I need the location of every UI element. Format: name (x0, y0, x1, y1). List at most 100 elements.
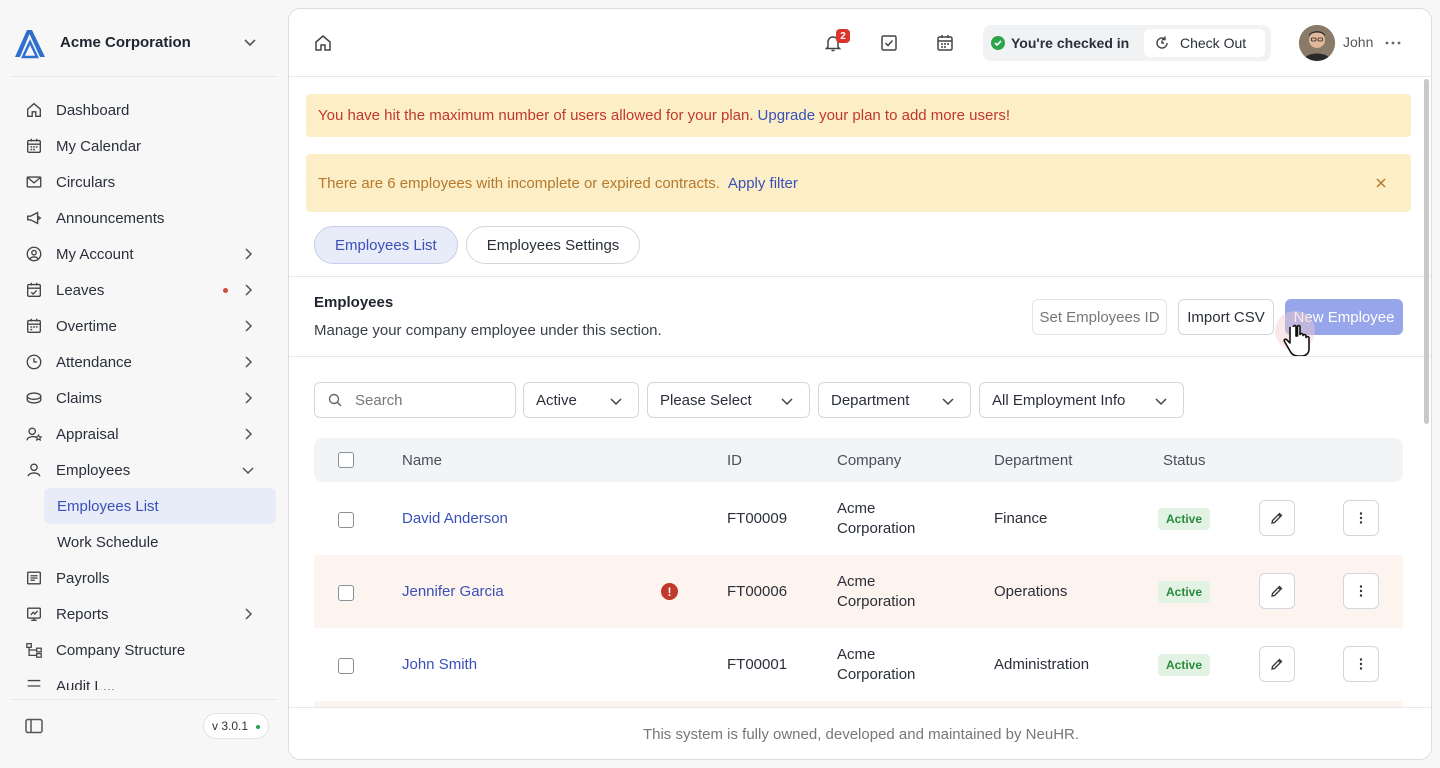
check-out-button[interactable]: Check Out (1144, 29, 1265, 57)
select-value: Active (536, 391, 577, 409)
sidebar-item-circulars[interactable]: Circulars (12, 164, 276, 200)
tab-bar: Employees List Employees Settings (314, 226, 648, 264)
row-actions-button[interactable] (1343, 573, 1379, 609)
clock-icon (24, 352, 44, 372)
sidebar-toggle-icon[interactable] (24, 716, 44, 736)
employee-name-link[interactable]: Jennifer Garcia (402, 583, 504, 600)
row-checkbox[interactable] (338, 585, 354, 601)
user-name[interactable]: John (1343, 34, 1373, 50)
mail-icon (24, 172, 44, 192)
sidebar-item-label: Audit L... (56, 677, 116, 691)
scrollbar[interactable] (1424, 79, 1429, 424)
table-row[interactable]: Jennifer Garcia ! FT00006 Acme Corporati… (314, 555, 1403, 628)
notification-dot (223, 288, 228, 293)
more-icon[interactable] (1383, 33, 1403, 53)
column-header-department[interactable]: Department (994, 452, 1072, 469)
employee-name-link[interactable]: John Smith (402, 656, 477, 673)
sidebar-item-overtime[interactable]: Overtime (12, 308, 276, 344)
search-input[interactable]: Search (314, 382, 516, 418)
department-select[interactable]: Department (818, 382, 971, 418)
kebab-menu-icon (1359, 658, 1363, 670)
apply-filter-link[interactable]: Apply filter (728, 175, 798, 192)
user-star-icon (24, 424, 44, 444)
sidebar-item-leaves[interactable]: Leaves (12, 272, 276, 308)
check-in-status: You're checked in (991, 25, 1129, 61)
sidebar-item-label: Payrolls (56, 569, 110, 587)
row-actions-button[interactable] (1343, 646, 1379, 682)
table-row[interactable]: David Anderson FT00009 Acme Corporation … (314, 482, 1403, 555)
calendar-icon[interactable] (935, 33, 955, 53)
section-title: Employees (314, 294, 394, 311)
row-checkbox[interactable] (338, 512, 354, 528)
sidebar-item-claims[interactable]: Claims (12, 380, 276, 416)
sidebar-item-my-calendar[interactable]: My Calendar (12, 128, 276, 164)
column-header-status[interactable]: Status (1163, 452, 1206, 469)
pencil-icon (1271, 658, 1283, 670)
footer: This system is fully owned, developed an… (289, 707, 1431, 759)
sidebar-item-label: Circulars (56, 173, 116, 191)
tab-employees-list[interactable]: Employees List (314, 226, 458, 264)
sidebar-item-company-structure[interactable]: Company Structure (12, 632, 276, 668)
sidebar-nav: Dashboard My Calendar Circulars Announce… (12, 92, 276, 690)
table-row[interactable]: John Smith FT00001 Acme Corporation Admi… (314, 628, 1403, 701)
upgrade-link[interactable]: Upgrade (758, 107, 816, 124)
row-actions-button[interactable] (1343, 500, 1379, 536)
sidebar-subitem-label: Employees List (57, 497, 159, 515)
home-icon[interactable] (313, 33, 333, 53)
import-csv-button[interactable]: Import CSV (1178, 299, 1274, 335)
sidebar-item-reports[interactable]: Reports (12, 596, 276, 632)
sidebar-item-audit[interactable]: Audit L... (12, 668, 276, 690)
column-header-id[interactable]: ID (727, 452, 742, 469)
status-select[interactable]: Active (523, 382, 639, 418)
row-checkbox[interactable] (338, 658, 354, 674)
generic-select[interactable]: Please Select (647, 382, 810, 418)
sidebar-item-label: Company Structure (56, 641, 186, 659)
employee-id: FT00001 (727, 656, 788, 673)
select-value: Department (831, 391, 910, 409)
column-header-name[interactable]: Name (402, 452, 442, 469)
sidebar-item-label: Announcements (56, 209, 165, 227)
user-icon (24, 460, 44, 480)
department-name: Finance (994, 510, 1048, 527)
sidebar-item-announcements[interactable]: Announcements (12, 200, 276, 236)
task-check-icon[interactable] (879, 33, 899, 53)
employee-name-link[interactable]: David Anderson (402, 510, 508, 527)
sidebar-item-my-account[interactable]: My Account (12, 236, 276, 272)
sidebar-item-label: Dashboard (56, 101, 130, 119)
sidebar-item-label: Reports (56, 605, 109, 623)
refresh-clock-icon (1156, 36, 1168, 49)
edit-button[interactable] (1259, 573, 1295, 609)
employment-info-select[interactable]: All Employment Info (979, 382, 1184, 418)
company-name-line2: Corporation (837, 520, 916, 537)
user-circle-icon (24, 244, 44, 264)
chevron-down-icon (1155, 398, 1167, 406)
sidebar-subitem-work-schedule[interactable]: Work Schedule (44, 524, 276, 560)
tab-employees-settings[interactable]: Employees Settings (465, 226, 641, 264)
status-badge: Active (1158, 508, 1211, 530)
sidebar: Acme Corporation Dashboard My Calendar C… (0, 0, 288, 768)
org-switcher[interactable]: Acme Corporation (12, 22, 272, 62)
column-header-company[interactable]: Company (837, 452, 901, 469)
sidebar-subitem-employees-list[interactable]: Employees List (44, 488, 276, 524)
select-all-checkbox[interactable] (338, 452, 354, 468)
warning-icon[interactable]: ! (661, 583, 678, 600)
close-icon[interactable] (1373, 175, 1389, 191)
pencil-icon (1271, 585, 1283, 597)
set-employees-id-button[interactable]: Set Employees ID (1032, 299, 1167, 335)
tab-label: Employees List (335, 236, 437, 254)
contract-alert-text: There are 6 employees with incomplete or… (318, 174, 720, 192)
avatar[interactable] (1299, 25, 1335, 61)
calendar-check-icon (24, 280, 44, 300)
sidebar-item-appraisal[interactable]: Appraisal (12, 416, 276, 452)
sidebar-item-dashboard[interactable]: Dashboard (12, 92, 276, 128)
sidebar-item-payrolls[interactable]: Payrolls (12, 560, 276, 596)
sidebar-item-employees[interactable]: Employees (12, 452, 276, 488)
audit-icon (24, 676, 44, 690)
edit-button[interactable] (1259, 646, 1295, 682)
coins-icon (24, 388, 44, 408)
sidebar-item-attendance[interactable]: Attendance (12, 344, 276, 380)
edit-button[interactable] (1259, 500, 1295, 536)
chevron-right-icon (245, 284, 253, 296)
org-name: Acme Corporation (60, 33, 191, 51)
chevron-down-icon[interactable] (240, 32, 260, 52)
